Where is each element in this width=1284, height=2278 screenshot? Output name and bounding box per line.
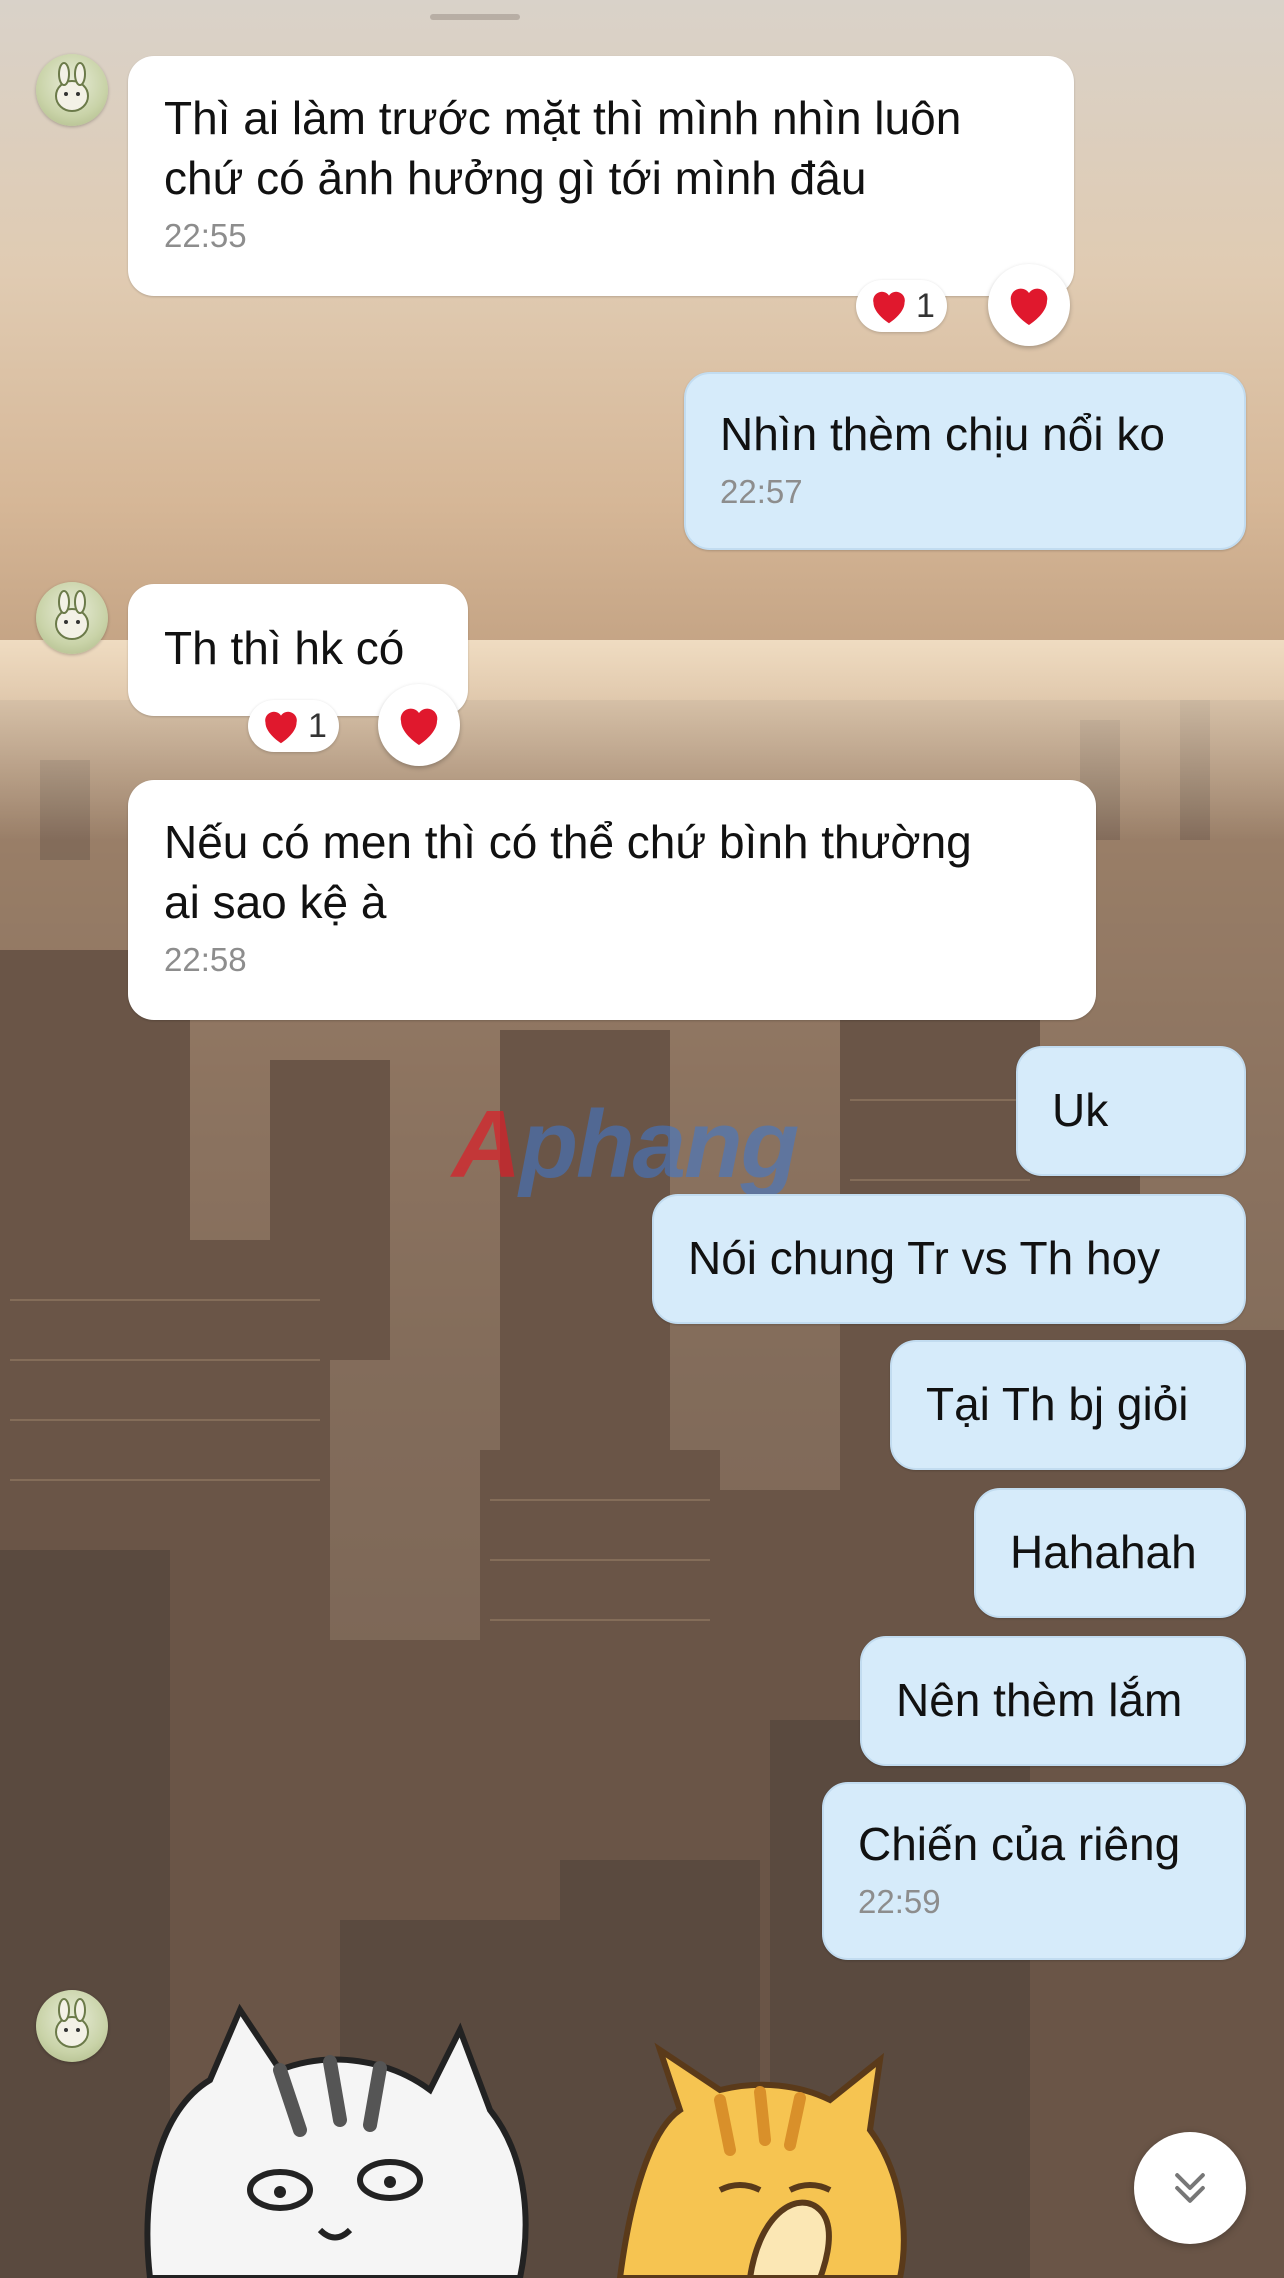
add-reaction-button[interactable] [988,264,1070,346]
message-text: Thì ai làm trước mặt thì mình nhìn luôn … [164,92,962,204]
contact-avatar[interactable] [36,1990,108,2062]
heart-icon [265,711,297,744]
heart-icon [873,291,905,324]
message-bubble-outgoing[interactable]: Nên thèm lắm [860,1636,1246,1766]
message-time: 22:57 [720,473,803,510]
message-bubble-outgoing[interactable]: Hahahah [974,1488,1246,1618]
gray-cat-sticker[interactable] [130,1990,530,2278]
contact-avatar[interactable] [36,582,108,654]
watermark-text: phang [519,1091,799,1198]
message-text: Nên thèm lắm [896,1674,1183,1726]
add-reaction-button[interactable] [378,684,460,766]
top-drag-handle[interactable] [430,14,520,20]
message-bubble-outgoing[interactable]: Chiến của riêng 22:59 [822,1782,1246,1960]
message-text: Chiến của riêng [858,1818,1181,1870]
watermark-logo: Aphang [452,1090,799,1200]
message-bubble-outgoing[interactable]: Tại Th bj giỏi [890,1340,1246,1470]
message-text: Tại Th bj giỏi [926,1378,1189,1430]
message-text: Nói chung Tr vs Th hoy [688,1232,1161,1284]
message-text: Th thì hk có [164,622,405,674]
message-bubble-outgoing[interactable]: Nhìn thèm chịu nổi ko 22:57 [684,372,1246,550]
message-bubble-outgoing[interactable]: Uk [1016,1046,1246,1176]
message-bubble-incoming[interactable]: Nếu có men thì có thể chứ bình thường ai… [128,780,1096,1020]
heart-icon [1010,288,1048,325]
message-text: Hahahah [1010,1526,1197,1578]
message-bubble-incoming[interactable]: Thì ai làm trước mặt thì mình nhìn luôn … [128,56,1074,296]
contact-avatar[interactable] [36,54,108,126]
reaction-count-pill[interactable]: 1 [856,280,947,332]
heart-icon [400,708,438,745]
reaction-count-pill[interactable]: 1 [248,700,339,752]
orange-cat-sticker[interactable] [600,2040,940,2278]
message-time: 22:55 [164,217,247,254]
message-bubble-outgoing[interactable]: Nói chung Tr vs Th hoy [652,1194,1246,1324]
watermark-letter: A [452,1091,521,1198]
message-text: Uk [1052,1084,1109,1136]
message-time: 22:58 [164,941,247,978]
message-time: 22:59 [858,1883,941,1920]
scroll-to-bottom-button[interactable] [1134,2132,1246,2244]
bunny-avatar-icon [55,1998,89,2048]
reaction-count: 1 [308,706,327,745]
message-text: Nếu có men thì có thể chứ bình thường ai… [164,816,972,928]
double-chevron-down-icon [1175,2173,1205,2203]
bunny-avatar-icon [55,62,89,112]
bunny-avatar-icon [55,590,89,640]
reaction-count: 1 [916,286,935,325]
message-text: Nhìn thèm chịu nổi ko [720,408,1165,460]
